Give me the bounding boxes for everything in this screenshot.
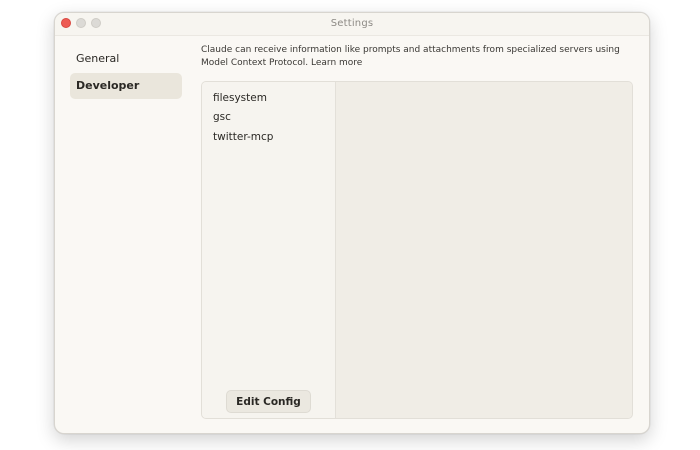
developer-description: Claude can receive information like prom… <box>201 44 631 70</box>
server-item-twitter-mcp[interactable]: twitter-mcp <box>213 128 331 146</box>
edit-config-button[interactable]: Edit Config <box>226 390 311 413</box>
settings-window: Settings General Developer Claude can re… <box>54 12 650 434</box>
window-title: Settings <box>330 18 374 29</box>
server-list: filesystem gsc twitter-mcp Edit Config <box>202 82 336 418</box>
description-text: Claude can receive information like prom… <box>201 45 620 68</box>
title-bar: Settings <box>55 13 649 36</box>
server-item-filesystem[interactable]: filesystem <box>213 89 331 107</box>
mcp-servers-panel: filesystem gsc twitter-mcp Edit Config <box>201 81 633 419</box>
learn-more-link[interactable]: Learn more <box>311 58 362 68</box>
server-detail-pane <box>336 82 632 418</box>
sidebar-item-general[interactable]: General <box>70 46 182 72</box>
sidebar-item-developer[interactable]: Developer <box>70 73 182 99</box>
server-item-gsc[interactable]: gsc <box>213 108 331 126</box>
